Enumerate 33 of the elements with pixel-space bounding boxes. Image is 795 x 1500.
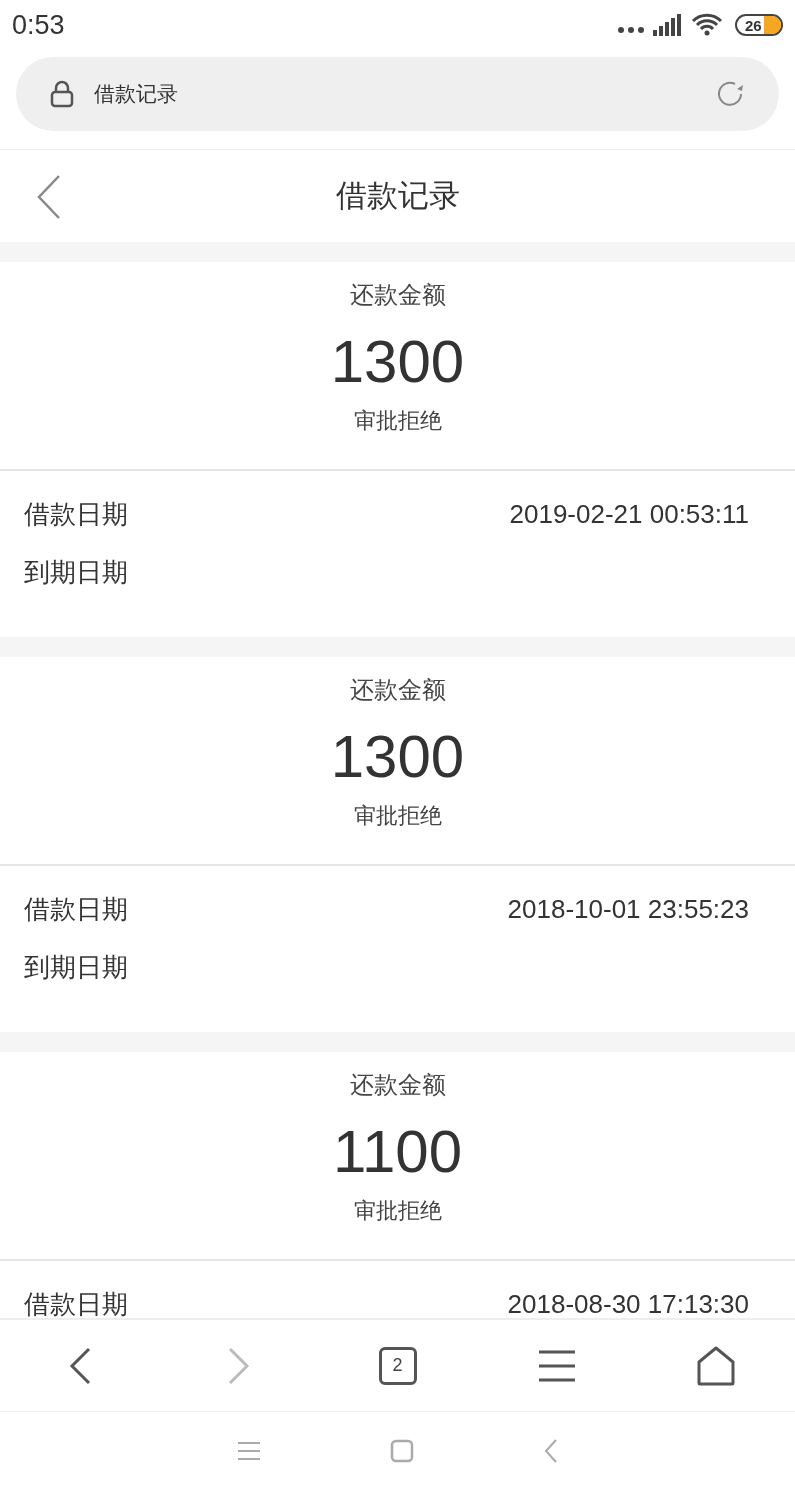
tabs-button[interactable]: 2 bbox=[378, 1346, 417, 1385]
loan-date-value: 2018-10-01 23:55:23 bbox=[507, 892, 749, 926]
home-icon[interactable] bbox=[696, 1345, 735, 1386]
home-button[interactable] bbox=[389, 1439, 414, 1463]
status-text: 审批拒绝 bbox=[353, 802, 442, 830]
loan-date-label: 借款日期 bbox=[24, 497, 128, 531]
amount-label: 还款金额 bbox=[349, 675, 446, 705]
address-bar[interactable]: 借款记录 bbox=[16, 57, 779, 131]
wifi-icon bbox=[691, 13, 723, 37]
loan-date-value: 2019-02-21 00:53:11 bbox=[509, 497, 749, 531]
loan-date-label: 借款日期 bbox=[24, 1287, 128, 1318]
amount-label: 还款金额 bbox=[349, 1070, 446, 1100]
due-date-label: 到期日期 bbox=[24, 555, 128, 589]
due-date-label: 到期日期 bbox=[24, 950, 128, 984]
lock-icon bbox=[50, 80, 74, 108]
header-title: 借款记录 bbox=[335, 176, 460, 215]
amount-value: 1300 bbox=[330, 327, 465, 397]
signal-icon bbox=[653, 14, 683, 36]
page-title: 借款记录 bbox=[94, 81, 179, 108]
status-time: 0:53 bbox=[12, 8, 65, 42]
back-button[interactable] bbox=[67, 1346, 92, 1385]
status-text: 审批拒绝 bbox=[353, 407, 442, 435]
amount-value: 1100 bbox=[333, 1117, 462, 1187]
loan-date-value: 2018-08-30 17:13:30 bbox=[507, 1287, 749, 1318]
amount-value: 1300 bbox=[330, 722, 465, 792]
amount-label: 还款金额 bbox=[349, 280, 446, 310]
loan-date-label: 借款日期 bbox=[24, 892, 128, 926]
status-text: 审批拒绝 bbox=[353, 1197, 442, 1225]
battery-level: 26 bbox=[744, 17, 763, 33]
more-dots-icon bbox=[617, 25, 645, 35]
back-icon[interactable] bbox=[36, 174, 62, 220]
refresh-icon[interactable] bbox=[715, 79, 745, 109]
menu-icon[interactable] bbox=[537, 1348, 576, 1383]
